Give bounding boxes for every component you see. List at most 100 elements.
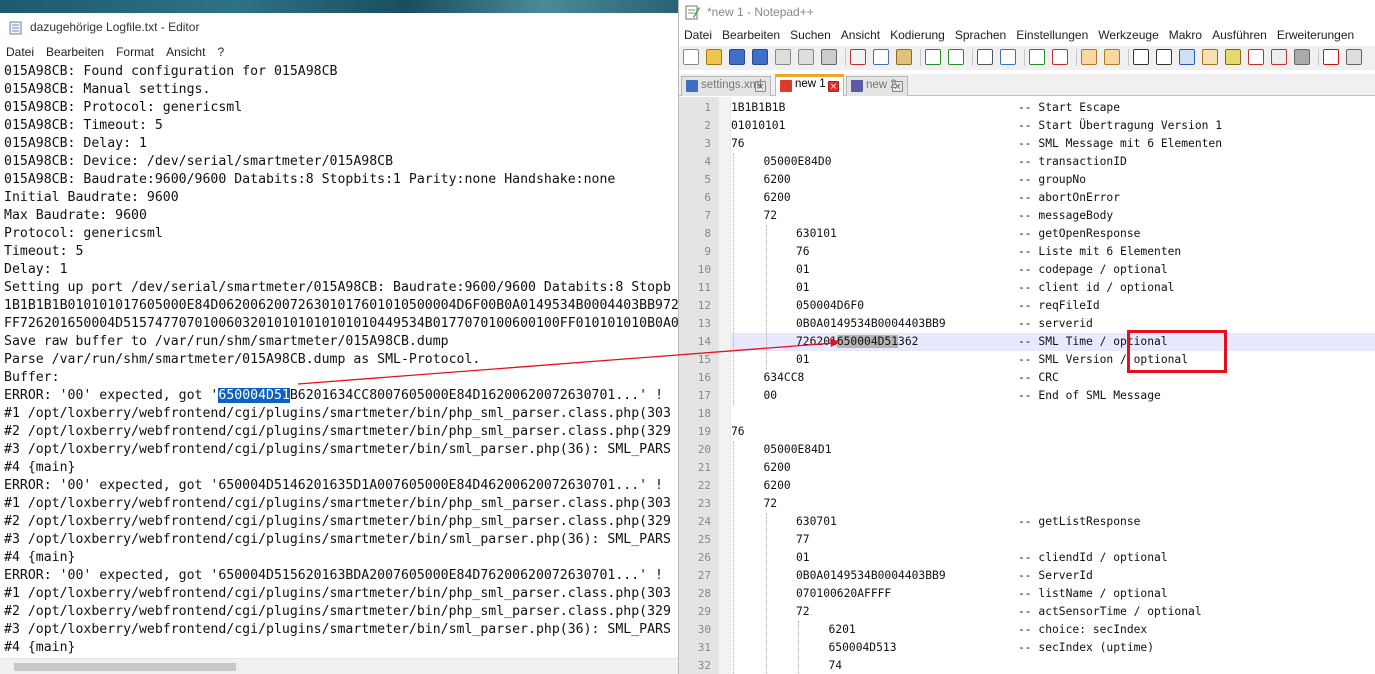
text-line: 015A98CB: Timeout: 5 <box>4 118 163 133</box>
code-value: 05000E84D0 <box>763 155 832 168</box>
zoom-in-icon[interactable] <box>1029 49 1045 65</box>
code-comment: -- abortOnError <box>1018 191 1121 204</box>
paste-icon[interactable] <box>896 49 912 65</box>
code-comment: -- End of SML Message <box>1018 389 1161 402</box>
close-icon[interactable] <box>775 49 791 65</box>
line-number: 17 <box>697 389 711 402</box>
menu-item-einstellungen[interactable]: Einstellungen <box>1011 27 1088 45</box>
line-number: 11 <box>697 281 711 294</box>
indent-guide <box>733 153 734 405</box>
text-line: Parse /var/run/shm/smartmeter/015A98CB.d… <box>4 352 481 367</box>
notepadpp-window: *new 1 - Notepad++ Datei Bearbeiten Suchen… <box>678 0 1375 674</box>
code-value: 050004D6F0 <box>796 299 865 312</box>
open-file-icon[interactable] <box>706 49 722 65</box>
line-number: 2 <box>704 119 711 132</box>
text-line: ERROR: '00' expected, got '650004D514620… <box>4 478 663 493</box>
code-comment: -- choice: secIndex <box>1018 623 1148 636</box>
indent-guide <box>733 441 734 674</box>
menu-item-makro[interactable]: Makro <box>1164 27 1202 45</box>
close-all-icon[interactable] <box>798 49 814 65</box>
file-icon <box>780 80 792 92</box>
line-number: 20 <box>697 443 711 456</box>
zoom-out-icon[interactable] <box>1052 49 1068 65</box>
show-all-chars-icon[interactable] <box>1156 49 1172 65</box>
toolbar-separator <box>1076 49 1077 66</box>
tab-label: new 1 <box>795 78 826 90</box>
menu-item-ausf-hren[interactable]: Ausführen <box>1207 27 1267 45</box>
text-line: #1 /opt/loxberry/webfrontend/cgi/plugins… <box>4 406 671 421</box>
menu-item-ansicht[interactable]: Ansicht <box>836 27 880 45</box>
close-tab-icon[interactable]: × <box>892 81 903 92</box>
tab-new-1[interactable]: new 1 × <box>775 74 844 96</box>
code-segment: 726201 <box>796 335 837 348</box>
tab-settings-xml[interactable]: settings.xml × <box>681 76 771 96</box>
close-tab-icon[interactable]: × <box>828 81 839 92</box>
panel-icon[interactable] <box>1294 49 1310 65</box>
code-comment: -- cliendId / optional <box>1018 551 1168 564</box>
toolbar-separator <box>920 49 921 66</box>
indent-guide-icon[interactable] <box>1179 49 1195 65</box>
copy-icon[interactable] <box>873 49 889 65</box>
code-comment: -- transactionID <box>1018 155 1127 168</box>
menu-item-bearbeiten[interactable]: Bearbeiten <box>717 27 780 45</box>
tab-bar: settings.xml × new 1 × new 2 × <box>679 74 1375 96</box>
menu-item-help[interactable]: ? <box>211 43 224 61</box>
window-title: dazugehörige Logfile.txt - Editor <box>30 20 200 34</box>
menu-item-kodierung[interactable]: Kodierung <box>885 27 945 45</box>
code-comment: -- secIndex (uptime) <box>1018 641 1155 654</box>
doc-map-icon[interactable] <box>1202 49 1218 65</box>
new-file-icon[interactable] <box>683 49 699 65</box>
tab-new-2[interactable]: new 2 × <box>846 76 908 96</box>
selected-text[interactable]: 650004D51 <box>218 388 290 403</box>
folder-workspace-icon[interactable] <box>1248 49 1264 65</box>
scrollbar-thumb[interactable] <box>14 663 236 671</box>
undo-icon[interactable] <box>925 49 941 65</box>
replace-icon[interactable] <box>1000 49 1016 65</box>
sync-vertical-icon[interactable] <box>1081 49 1097 65</box>
notepad-text-area[interactable]: 015A98CB: Found configuration for 015A98… <box>0 63 678 658</box>
stop-record-icon[interactable] <box>1346 49 1362 65</box>
menu-item-werkzeuge[interactable]: Werkzeuge <box>1093 27 1158 45</box>
screen: dazugehörige Logfile.txt - Editor Datei B… <box>0 0 1375 674</box>
code-value: 72 <box>763 497 778 510</box>
monitoring-icon[interactable] <box>1271 49 1287 65</box>
print-icon[interactable] <box>821 49 837 65</box>
code-comment: -- reqFileId <box>1018 299 1100 312</box>
line-number: 29 <box>697 605 711 618</box>
menu-item-suchen[interactable]: Suchen <box>785 27 831 45</box>
close-tab-icon[interactable]: × <box>755 81 766 92</box>
text-line: #2 /opt/loxberry/webfrontend/cgi/plugins… <box>4 604 671 619</box>
code-value: 01 <box>796 353 810 366</box>
code-value: 74 <box>828 659 843 672</box>
save-icon[interactable] <box>729 49 745 65</box>
code-value: 0B0A0149534B0004403BB9 <box>796 569 946 582</box>
menu-item-datei[interactable]: Datei <box>0 43 34 61</box>
notepadpp-titlebar[interactable]: *new 1 - Notepad++ <box>679 0 1375 26</box>
sync-horizontal-icon[interactable] <box>1104 49 1120 65</box>
menu-item-bearbeiten[interactable]: Bearbeiten <box>40 43 104 61</box>
notepad-titlebar[interactable]: dazugehörige Logfile.txt - Editor <box>0 0 678 42</box>
word-wrap-icon[interactable] <box>1133 49 1149 65</box>
text-line: #3 /opt/loxberry/webfrontend/cgi/plugins… <box>4 622 671 637</box>
code-value: 00 <box>763 389 778 402</box>
editor-area[interactable]: 1 2 3 4 5 6 7 8 9 10 11 12 13 14 15 16 17 18 19 20 21 22 23 24 2… <box>679 97 1375 674</box>
line-number: 3 <box>704 137 711 150</box>
find-icon[interactable] <box>977 49 993 65</box>
code-value: 6201 <box>828 623 856 636</box>
notepadpp-app-icon <box>685 5 700 20</box>
line-number: 15 <box>697 353 711 366</box>
menu-item-sprachen[interactable]: Sprachen <box>950 27 1006 45</box>
horizontal-scrollbar[interactable] <box>0 658 678 674</box>
cut-icon[interactable] <box>850 49 866 65</box>
function-list-icon[interactable] <box>1225 49 1241 65</box>
save-all-icon[interactable] <box>752 49 768 65</box>
menu-item-erweiterungen[interactable]: Erweiterungen <box>1272 27 1354 45</box>
record-macro-icon[interactable] <box>1323 49 1339 65</box>
fold-margin[interactable] <box>719 97 731 674</box>
toolbar-separator <box>1024 49 1025 66</box>
code-comment: -- getOpenResponse <box>1018 227 1141 240</box>
redo-icon[interactable] <box>948 49 964 65</box>
menu-item-datei[interactable]: Datei <box>679 27 712 45</box>
menu-item-format[interactable]: Format <box>110 43 154 61</box>
menu-item-ansicht[interactable]: Ansicht <box>160 43 205 61</box>
